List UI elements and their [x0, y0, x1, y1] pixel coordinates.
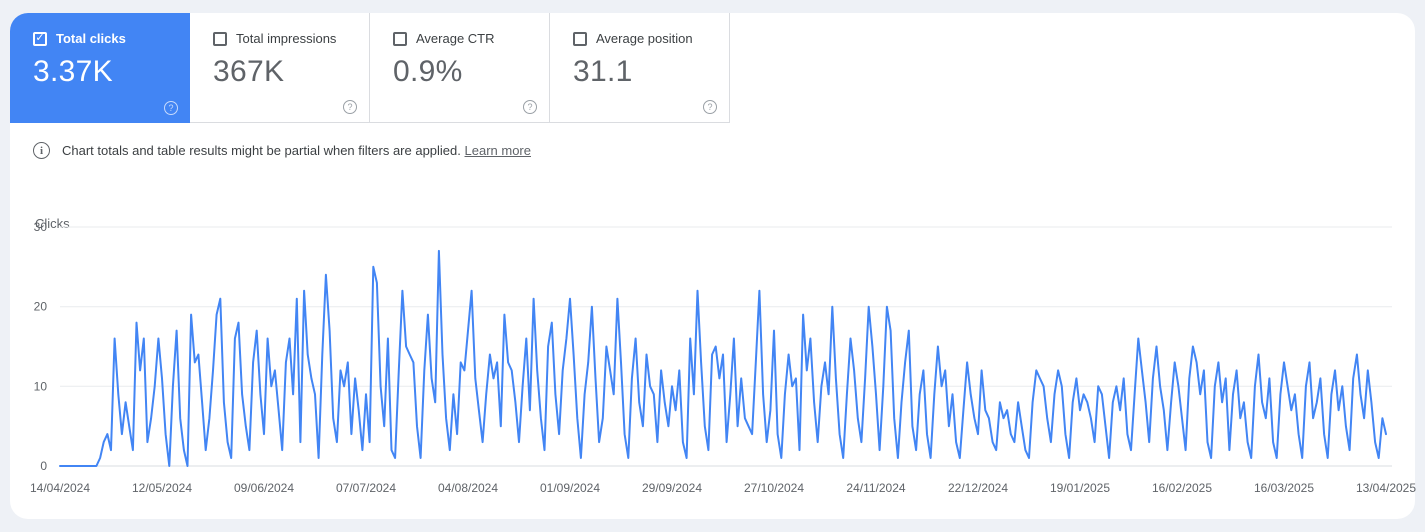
x-tick-label: 01/09/2024: [540, 481, 600, 495]
metric-card-value: 367K: [213, 55, 357, 89]
metric-card-label: Average CTR: [416, 31, 495, 46]
x-tick-label: 16/03/2025: [1254, 481, 1314, 495]
notice-text: Chart totals and table results might be …: [62, 143, 531, 158]
metric-card-average-ctr[interactable]: Average CTR 0.9% ?: [370, 13, 550, 123]
help-icon[interactable]: ?: [164, 101, 178, 115]
info-icon: i: [33, 142, 50, 159]
metric-card-value: 3.37K: [33, 55, 178, 89]
metric-card-label: Total impressions: [236, 31, 336, 46]
x-tick-label: 16/02/2025: [1152, 481, 1212, 495]
x-tick-label: 12/05/2024: [132, 481, 192, 495]
x-tick-label: 13/04/2025: [1356, 481, 1416, 495]
x-tick-label: 27/10/2024: [744, 481, 804, 495]
y-tick-label: 20: [34, 300, 48, 314]
x-tick-label: 19/01/2025: [1050, 481, 1110, 495]
metric-cards-row: ✓ Total clicks 3.37K ? Total impressions…: [10, 13, 1415, 123]
metric-card-value: 0.9%: [393, 55, 537, 89]
metric-card-header: Average position: [573, 31, 717, 46]
x-tick-label: 04/08/2024: [438, 481, 498, 495]
y-tick-label: 0: [40, 459, 47, 473]
metric-card-header: Total impressions: [213, 31, 357, 46]
metric-card-header: ✓ Total clicks: [33, 31, 178, 46]
metric-card-value: 31.1: [573, 55, 717, 89]
y-tick-label: 10: [34, 379, 48, 393]
metric-card-header: Average CTR: [393, 31, 537, 46]
x-tick-label: 29/09/2024: [642, 481, 702, 495]
x-tick-label: 22/12/2024: [948, 481, 1008, 495]
metric-card-total-impressions[interactable]: Total impressions 367K ?: [190, 13, 370, 123]
x-tick-label: 07/07/2024: [336, 481, 396, 495]
checkbox-total-impressions[interactable]: [213, 32, 227, 46]
x-tick-label: 09/06/2024: [234, 481, 294, 495]
partial-data-notice: i Chart totals and table results might b…: [33, 142, 1415, 159]
metric-card-label: Total clicks: [56, 31, 126, 46]
clicks-line-chart: 0 10 20 30 14/04/2024 12/05/2024 09/06/2024 07/…: [0, 195, 1425, 505]
help-icon[interactable]: ?: [523, 100, 537, 114]
y-tick-label: 30: [34, 220, 48, 234]
checkbox-average-position[interactable]: [573, 32, 587, 46]
help-icon[interactable]: ?: [343, 100, 357, 114]
help-icon[interactable]: ?: [703, 100, 717, 114]
checkbox-average-ctr[interactable]: [393, 32, 407, 46]
x-tick-label: 14/04/2024: [30, 481, 90, 495]
clicks-series-line: [60, 251, 1386, 466]
metric-card-label: Average position: [596, 31, 693, 46]
metric-card-average-position[interactable]: Average position 31.1 ?: [550, 13, 730, 123]
checkbox-total-clicks[interactable]: ✓: [33, 32, 47, 46]
x-tick-label: 24/11/2024: [846, 481, 905, 495]
metric-card-total-clicks[interactable]: ✓ Total clicks 3.37K ?: [10, 13, 190, 123]
learn-more-link[interactable]: Learn more: [465, 143, 531, 158]
